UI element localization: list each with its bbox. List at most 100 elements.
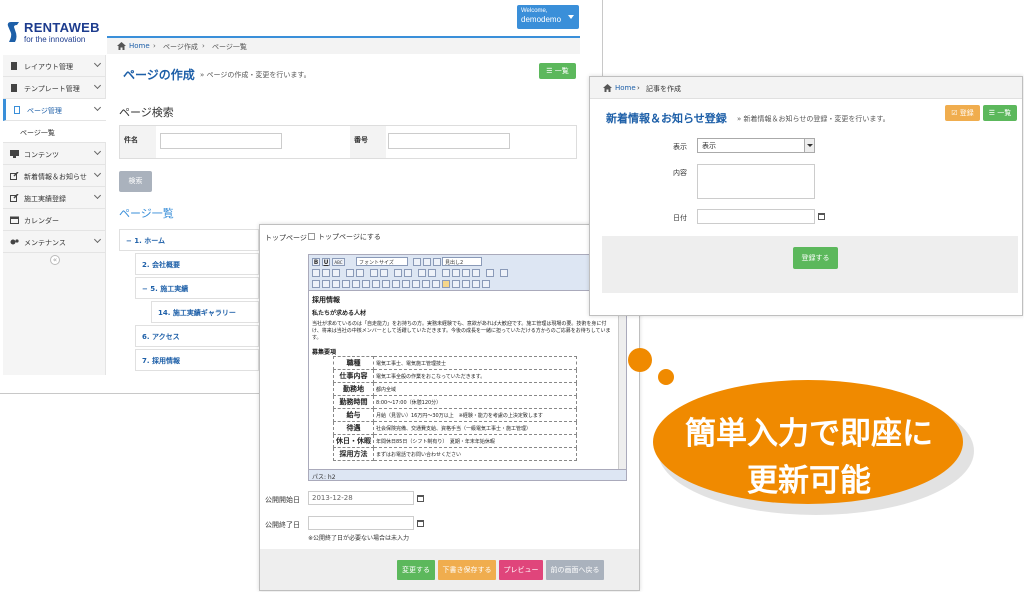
sidebar-item-template[interactable]: テンプレート管理 xyxy=(3,77,106,99)
breadcrumb-level1[interactable]: ページ作成 xyxy=(163,42,198,52)
sup-icon[interactable] xyxy=(402,280,410,288)
bullet-list-icon[interactable] xyxy=(370,269,378,277)
tree-item-company[interactable]: 2. 会社概要 xyxy=(135,253,259,275)
sidebar-item-works[interactable]: 施工実績登録 xyxy=(3,187,106,209)
publish-start-label: 公開開始日 xyxy=(265,496,300,504)
tree-item-home[interactable]: − 1. ホーム xyxy=(119,229,259,251)
content-paragraph: 当社が求めているのは「自走能力」をお持ちの方。実務未経験でも、意欲があれば大歓迎… xyxy=(312,321,611,341)
align-right-icon[interactable] xyxy=(433,258,441,266)
paste-icon[interactable] xyxy=(332,269,340,277)
hr-icon[interactable] xyxy=(372,280,380,288)
user-menu-button[interactable]: Welcome, demodemo xyxy=(517,5,579,29)
change-button[interactable]: 変更する xyxy=(397,560,435,580)
charmap-icon[interactable] xyxy=(412,280,420,288)
tree-item-label: 7. 採用情報 xyxy=(142,357,180,365)
html-source-icon[interactable] xyxy=(442,280,450,288)
file-outline-icon xyxy=(14,106,20,114)
undo-icon[interactable] xyxy=(418,269,426,277)
find-icon[interactable] xyxy=(346,269,354,277)
text-color-icon[interactable] xyxy=(486,269,494,277)
display-select[interactable]: 表示 xyxy=(697,138,815,153)
outdent-icon[interactable] xyxy=(394,269,402,277)
table-key-cell: 休日・休暇 xyxy=(333,434,374,448)
bg-color-icon[interactable] xyxy=(500,269,508,277)
date-label: 日付 xyxy=(673,214,687,222)
table-icon[interactable] xyxy=(312,280,320,288)
tree-item-recruit[interactable]: 7. 採用情報 xyxy=(135,349,259,371)
split-icon[interactable] xyxy=(362,280,370,288)
replace-icon[interactable] xyxy=(356,269,364,277)
sidebar-subitem-page-list[interactable]: ページ一覧 xyxy=(3,121,106,143)
sidebar-item-maintenance[interactable]: メンテナンス xyxy=(3,231,106,253)
number-input[interactable] xyxy=(388,133,510,149)
calendar-icon[interactable] xyxy=(417,520,424,527)
save-draft-button[interactable]: 下書き保存する xyxy=(438,560,496,580)
preview-icon[interactable] xyxy=(472,280,480,288)
publish-end-input[interactable] xyxy=(308,516,414,530)
sub-icon[interactable] xyxy=(392,280,400,288)
redo-icon[interactable] xyxy=(428,269,436,277)
register-button[interactable]: 登録する xyxy=(793,247,838,269)
sidebar-item-label: ページ一覧 xyxy=(20,129,55,137)
back-button[interactable]: 前の画面へ戻る xyxy=(546,560,604,580)
merge-icon[interactable] xyxy=(352,280,360,288)
bold-button[interactable]: B xyxy=(312,258,320,266)
row-icon[interactable] xyxy=(322,280,330,288)
fullscreen-icon[interactable] xyxy=(462,280,470,288)
cell-icon[interactable] xyxy=(342,280,350,288)
sidebar-item-calendar[interactable]: カレンダー xyxy=(3,209,106,231)
cut-icon[interactable] xyxy=(312,269,320,277)
font-size-select[interactable]: フォントサイズ xyxy=(356,257,408,266)
breadcrumb-home-link[interactable]: Home xyxy=(615,84,636,92)
sidebar-collapse-button[interactable]: « xyxy=(50,255,60,265)
print-icon[interactable] xyxy=(482,280,490,288)
register-top-button[interactable]: ☑ 登録 xyxy=(945,105,980,121)
omega-icon[interactable] xyxy=(452,280,460,288)
page-list-title: ページ一覧 xyxy=(119,207,174,220)
search-button[interactable]: 検索 xyxy=(119,171,152,192)
calendar-icon[interactable] xyxy=(818,213,825,220)
clear-format-icon[interactable] xyxy=(382,280,390,288)
list-button[interactable]: ☰ 一覧 xyxy=(983,105,1017,121)
anchor-icon[interactable] xyxy=(462,269,470,277)
content-textarea[interactable] xyxy=(697,164,815,199)
table-key-cell: 給与 xyxy=(333,408,374,422)
sidebar-item-page[interactable]: ページ管理 xyxy=(3,99,106,121)
calendar-icon[interactable] xyxy=(417,495,424,502)
copy-icon[interactable] xyxy=(322,269,330,277)
table-row: 給与 月給（見習い）16万円～30万以上 ※経験・能力を考慮の上決定致します xyxy=(333,408,577,422)
table-key-cell: 勤務時間 xyxy=(333,395,374,409)
breadcrumb-home-link[interactable]: Home xyxy=(129,42,150,50)
align-left-icon[interactable] xyxy=(413,258,421,266)
underline-button[interactable]: U xyxy=(322,258,330,266)
unlink-icon[interactable] xyxy=(452,269,460,277)
emoticon-icon[interactable] xyxy=(422,280,430,288)
indent-icon[interactable] xyxy=(404,269,412,277)
table-value-cell: 都内全域 xyxy=(373,382,577,396)
top-page-checkbox[interactable] xyxy=(308,233,315,240)
image-icon[interactable] xyxy=(472,269,480,277)
editor-content[interactable]: 採用情報 私たちが求める人材 当社が求めているのは「自走能力」をお持ちの方。実務… xyxy=(309,292,620,470)
sidebar-item-news[interactable]: 新着情報＆お知らせ xyxy=(3,165,106,187)
breadcrumb: Home › ページ作成 › ページ一覧 xyxy=(107,36,580,54)
link-icon[interactable] xyxy=(442,269,450,277)
tree-item-works-gallery[interactable]: 14. 施工実績ギャラリー xyxy=(151,301,259,323)
sidebar-item-layout[interactable]: レイアウト管理 xyxy=(3,55,106,77)
publish-start-input[interactable]: 2013-12-28 xyxy=(308,491,414,505)
preview-button[interactable]: プレビュー xyxy=(499,560,543,580)
edit-icon xyxy=(10,194,19,202)
rich-text-editor[interactable]: B U ABC フォントサイズ 見出し2 採用情報 私たちが求める人材 当社が求… xyxy=(308,254,627,481)
strike-button[interactable]: ABC xyxy=(332,258,345,266)
media-icon[interactable] xyxy=(432,280,440,288)
gears-icon xyxy=(10,239,19,245)
tree-item-works[interactable]: − 5. 施工実績 xyxy=(135,277,259,299)
list-button[interactable]: ☰ 一覧 xyxy=(539,63,576,79)
column-icon[interactable] xyxy=(332,280,340,288)
align-center-icon[interactable] xyxy=(423,258,431,266)
date-input[interactable] xyxy=(697,209,815,224)
sidebar-item-contents[interactable]: コンテンツ xyxy=(3,143,106,165)
tree-item-access[interactable]: 6. アクセス xyxy=(135,325,259,347)
subject-input[interactable] xyxy=(160,133,282,149)
number-list-icon[interactable] xyxy=(380,269,388,277)
heading-select[interactable]: 見出し2 xyxy=(442,257,482,266)
